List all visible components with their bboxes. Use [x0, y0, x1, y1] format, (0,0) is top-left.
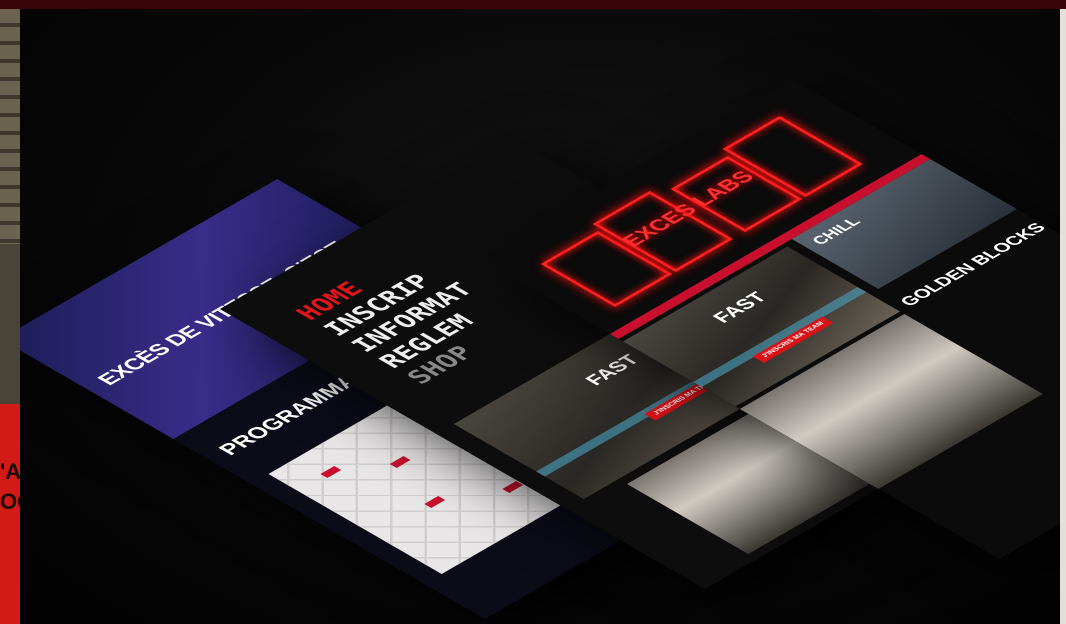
isometric-scene: EXCÈS DE VITESSE, C'EST PROGRAMMATION HO… [20, 9, 1060, 624]
left-background-strip: 'AP OC [0, 9, 20, 624]
mockup-stage: EXCÈS DE VITESSE, C'EST PROGRAMMATION HO… [20, 9, 1060, 624]
right-background-strip [1060, 9, 1066, 624]
red-poster: 'AP OC [0, 404, 20, 624]
fast-label: FAST [581, 351, 645, 389]
fast-label: FAST [708, 289, 773, 327]
top-bar [0, 0, 1066, 9]
building-facade [0, 9, 20, 244]
